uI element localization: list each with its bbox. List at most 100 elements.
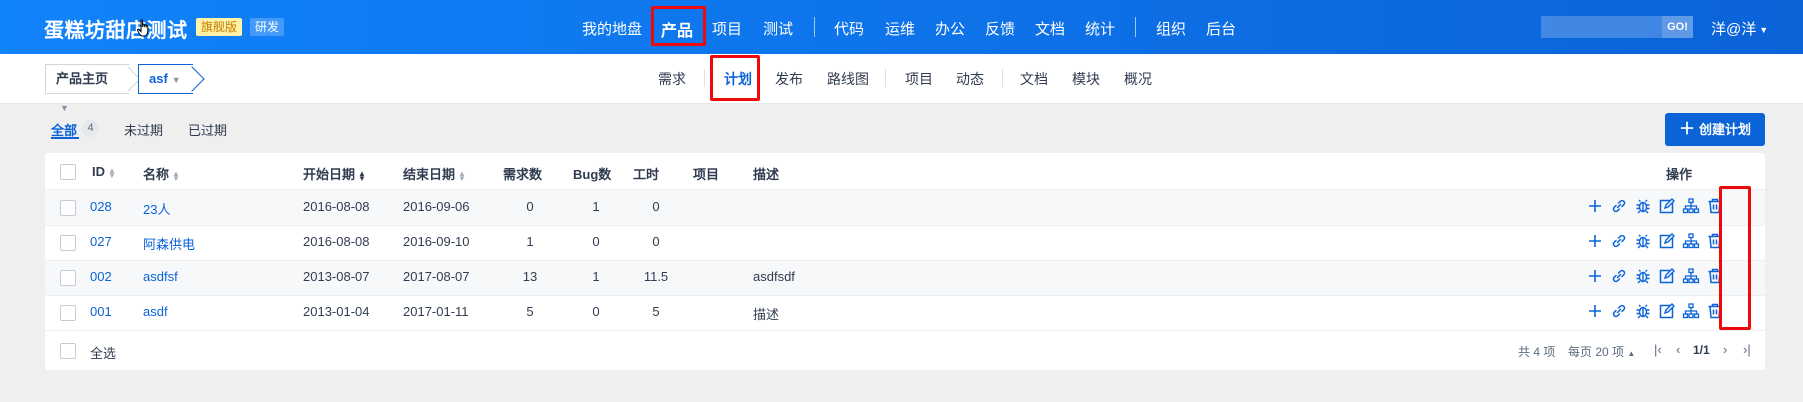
create-plan-label: 创建计划 [1699,122,1752,137]
nav-test[interactable]: 测试 [763,18,793,39]
pager-per-page[interactable]: 每页 20 项 ▲ [1568,343,1635,360]
prev-page-icon[interactable]: ‹ [1676,342,1680,357]
filter-unexpired[interactable]: 未过期 [124,120,163,139]
first-page-icon[interactable]: |‹ [1654,342,1662,357]
plan-id-link[interactable]: 002 [90,269,112,284]
subnav-divider [1002,69,1003,87]
subnav-releases[interactable]: 发布 [775,69,803,89]
create-plan-button[interactable]: ＋ 创建计划 [1665,113,1765,146]
next-page-icon[interactable]: › [1723,342,1727,357]
user-menu[interactable]: 洋@洋 ▼ [1711,18,1768,39]
hierarchy-icon[interactable] [1682,267,1700,285]
column-stories: 需求数 [503,167,543,182]
link-icon[interactable] [1610,197,1628,215]
subnav-stories[interactable]: 需求 [658,69,686,89]
filter-expired[interactable]: 已过期 [188,120,227,139]
nav-docs[interactable]: 文档 [1035,18,1065,39]
app-brand[interactable]: 蛋糕坊甜店测试 [44,14,188,43]
column-label: 开始日期 [303,167,356,182]
nav-stats[interactable]: 统计 [1085,18,1115,39]
select-all-label[interactable]: 全选 [90,343,116,362]
plan-name-link[interactable]: asdf [143,304,168,319]
plan-hours: 0 [652,234,660,249]
plus-icon[interactable] [1586,267,1604,285]
plan-name-link[interactable]: 阿森供电 [143,234,195,253]
caret-down-icon: ▼ [60,103,69,113]
pager-total: 共 4 项 [1518,345,1556,359]
last-page-icon[interactable]: ›| [1743,342,1751,357]
link-icon[interactable] [1610,232,1628,250]
row-checkbox[interactable] [60,200,76,216]
link-icon[interactable] [1610,302,1628,320]
subnav-dynamics[interactable]: 动态 [956,69,984,89]
subnav-modules[interactable]: 模块 [1072,69,1100,89]
header-checkbox[interactable] [60,164,76,180]
sort-icon: ▲ ▼ [108,165,116,180]
bug-icon[interactable] [1634,267,1652,285]
edit-icon[interactable] [1658,267,1676,285]
hand-cursor-icon [137,19,149,37]
row-checkbox[interactable] [60,270,76,286]
plus-icon[interactable] [1586,197,1604,215]
nav-admin[interactable]: 后台 [1206,18,1236,39]
column-project: 项目 [693,167,720,182]
breadcrumb-product-home[interactable]: 产品主页 ▼ [45,64,129,113]
plan-end-date: 2016-09-10 [403,234,470,249]
nav-office[interactable]: 办公 [935,18,965,39]
sub-navbar: 产品主页▼ asf ▼ 需求 计划 发布 路线图 项目 动态 文档 模块 概况 [0,54,1803,113]
column-end-date[interactable]: 结束日期 ▲ ▼ [403,164,466,183]
plus-icon: ＋ [1678,121,1695,138]
search-input[interactable] [1541,16,1662,38]
hierarchy-icon[interactable] [1682,232,1700,250]
link-icon[interactable] [1610,267,1628,285]
plan-story-count: 0 [526,199,534,214]
sort-icon: ▲ ▼ [458,168,466,183]
pager-page: 1/1 [1693,343,1710,357]
plus-icon[interactable] [1586,302,1604,320]
bug-icon[interactable] [1634,197,1652,215]
row-checkbox[interactable] [60,235,76,251]
plan-end-date: 2017-01-11 [403,304,469,319]
caret-up-icon: ▲ [1627,349,1636,358]
nav-feedback[interactable]: 反馈 [985,18,1015,39]
bug-icon[interactable] [1634,302,1652,320]
subnav-overview[interactable]: 概况 [1124,69,1152,89]
nav-my-space[interactable]: 我的地盘 [582,18,642,39]
mode-badge[interactable]: 研发 [250,18,285,36]
nav-ops[interactable]: 运维 [885,18,915,39]
column-actions: 操作 [1666,167,1693,182]
caret-down-icon: ▼ [171,75,181,85]
nav-code[interactable]: 代码 [834,18,864,39]
plus-icon[interactable] [1586,232,1604,250]
row-divider [45,330,1765,331]
nav-org[interactable]: 组织 [1156,18,1186,39]
nav-divider [814,17,815,37]
subnav-projects[interactable]: 项目 [905,69,933,89]
column-name[interactable]: 名称 ▲ ▼ [143,164,180,183]
nav-project[interactable]: 项目 [712,18,742,39]
hierarchy-icon[interactable] [1682,197,1700,215]
search-go-button[interactable]: GO! [1662,16,1693,38]
breadcrumb-product-select[interactable]: asf ▼ [138,64,193,94]
pager-per-page-label: 每页 20 项 [1568,345,1625,359]
subnav-docs[interactable]: 文档 [1020,69,1048,89]
column-id[interactable]: ID ▲ ▼ [92,164,116,179]
highlight-box-plans [710,55,760,101]
row-checkbox[interactable] [60,305,76,321]
select-all-checkbox[interactable] [60,343,76,359]
plan-id-link[interactable]: 027 [90,234,112,249]
plan-start-date: 2013-01-04 [303,304,370,319]
edit-icon[interactable] [1658,197,1676,215]
subnav-roadmap[interactable]: 路线图 [827,69,869,89]
plan-name-link[interactable]: asdfsf [143,269,178,284]
bug-icon[interactable] [1634,232,1652,250]
column-bugs: Bug数 [573,167,612,182]
edit-icon[interactable] [1658,302,1676,320]
plan-name-link[interactable]: 23人 [143,199,170,218]
hierarchy-icon[interactable] [1682,302,1700,320]
plan-id-link[interactable]: 001 [90,304,112,319]
plan-id-link[interactable]: 028 [90,199,112,214]
column-start-date[interactable]: 开始日期 ▲ ▼ [303,164,366,183]
breadcrumb-label: 产品主页 [56,71,109,86]
edit-icon[interactable] [1658,232,1676,250]
